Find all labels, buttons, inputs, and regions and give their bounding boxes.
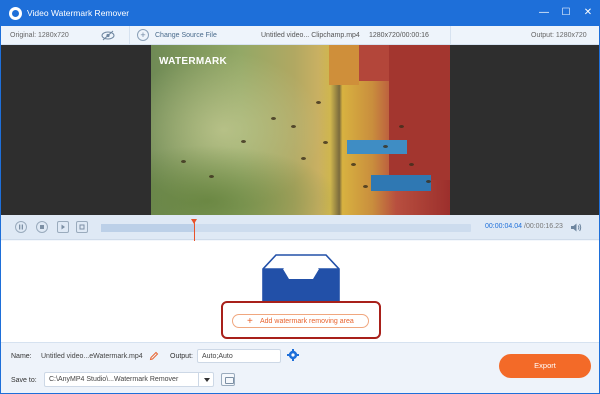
timeline-bar: 00:00:04.04 /00:00:16.23	[1, 215, 599, 241]
gear-icon[interactable]	[287, 349, 299, 361]
bee	[409, 163, 414, 166]
bee	[316, 101, 321, 104]
app-logo-icon	[9, 7, 22, 20]
original-resolution: Original: 1280x720	[10, 32, 69, 39]
bee	[241, 140, 246, 143]
playhead-marker[interactable]	[190, 219, 197, 241]
bee	[181, 160, 186, 163]
bee	[351, 163, 356, 166]
output-file-name: Untitled video...eWatermark.mp4	[41, 353, 143, 360]
tray-icon	[262, 254, 340, 303]
change-source-label: Change Source File	[155, 32, 217, 39]
bee	[426, 180, 431, 183]
source-file-name: Untitled video... Clipchamp.mp4	[261, 32, 360, 39]
bee	[291, 125, 296, 128]
clip-icon	[79, 224, 85, 230]
output-settings-value: Auto;Auto	[202, 353, 233, 360]
timeline-track[interactable]	[101, 219, 471, 241]
add-watermark-area-label: Add watermark removing area	[260, 318, 354, 325]
divider	[450, 26, 451, 45]
video-background	[151, 145, 341, 215]
source-file-meta: 1280x720/00:00:16	[369, 32, 429, 39]
pause-button[interactable]	[15, 221, 27, 233]
total-time: /00:00:16.23	[524, 223, 563, 230]
pencil-icon[interactable]	[149, 351, 159, 361]
chevron-down-icon[interactable]	[198, 373, 214, 386]
bee	[271, 117, 276, 120]
maximize-button[interactable]: ☐	[559, 6, 573, 20]
bee	[301, 157, 306, 160]
video-preview: WATERMARK	[1, 45, 599, 215]
video-hive	[329, 45, 359, 85]
save-path-value: C:\AnyMP4 Studio\...Watermark Remover	[49, 376, 179, 383]
save-path-select[interactable]: C:\AnyMP4 Studio\...Watermark Remover	[44, 372, 214, 387]
work-area: + Add watermark removing area	[1, 241, 599, 342]
bee	[209, 175, 214, 178]
add-watermark-area-button[interactable]: + Add watermark removing area	[232, 314, 369, 328]
title-bar: Video Watermark Remover — ☐ ✕	[1, 1, 599, 26]
output-label: Output:	[170, 353, 193, 360]
video-hive	[371, 175, 431, 191]
bee	[383, 145, 388, 148]
bee	[399, 125, 404, 128]
timeline-progress	[101, 224, 194, 232]
footer-panel: Name: Untitled video...eWatermark.mp4 Ou…	[1, 342, 599, 393]
app-window: Video Watermark Remover — ☐ ✕ Original: …	[0, 0, 600, 394]
current-time: 00:00:04.04	[485, 223, 522, 230]
stop-icon	[40, 225, 44, 229]
output-resolution: Output: 1280x720	[531, 32, 587, 39]
video-hive	[389, 45, 450, 180]
watermark-overlay: WATERMARK	[159, 56, 228, 67]
export-button[interactable]: Export	[499, 354, 591, 378]
clip-button[interactable]	[76, 221, 88, 233]
app-title: Video Watermark Remover	[27, 8, 130, 18]
plus-icon: +	[247, 316, 253, 327]
volume-icon[interactable]	[570, 222, 582, 233]
divider	[129, 26, 130, 45]
stop-button[interactable]	[36, 221, 48, 233]
play-clip-button[interactable]	[57, 221, 69, 233]
pause-icon	[19, 224, 23, 230]
bee	[323, 141, 328, 144]
eye-toggle-icon[interactable]	[101, 30, 115, 41]
close-button[interactable]: ✕	[581, 6, 595, 20]
folder-icon[interactable]	[221, 373, 235, 386]
output-settings-field[interactable]: Auto;Auto	[197, 349, 281, 363]
video-hive	[347, 140, 407, 154]
save-to-label: Save to:	[11, 377, 37, 384]
video-frame: WATERMARK	[151, 45, 450, 215]
plus-circle-icon: +	[137, 29, 149, 41]
play-icon	[61, 224, 65, 230]
minimize-button[interactable]: —	[537, 6, 551, 20]
info-bar: Original: 1280x720 + Change Source File …	[1, 26, 599, 45]
name-label: Name:	[11, 353, 32, 360]
bee	[363, 185, 368, 188]
